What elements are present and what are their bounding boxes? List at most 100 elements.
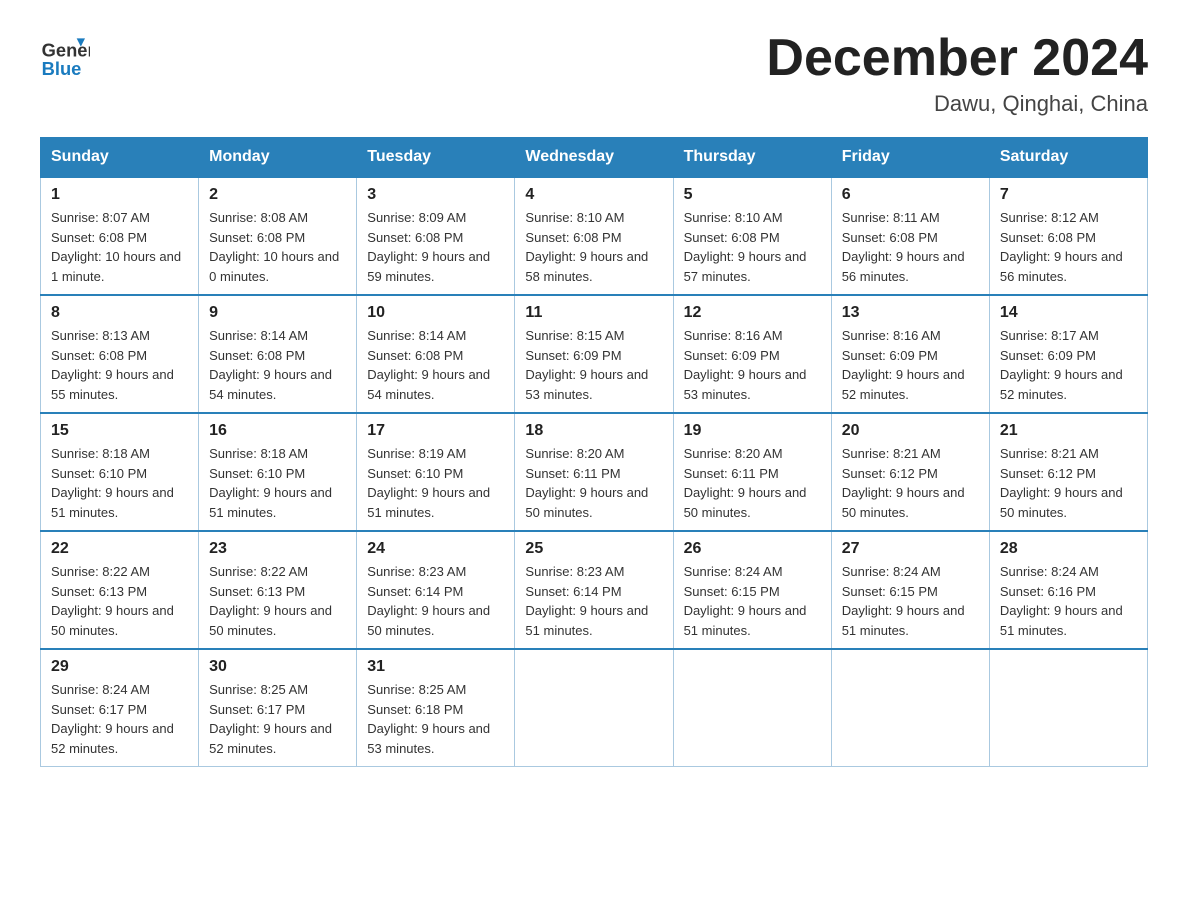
day-number: 26 [684, 540, 821, 558]
empty-cell [831, 649, 989, 767]
day-info: Sunrise: 8:11 AMSunset: 6:08 PMDaylight:… [842, 208, 979, 286]
calendar-day-cell: 25 Sunrise: 8:23 AMSunset: 6:14 PMDaylig… [515, 531, 673, 649]
calendar-day-cell: 9 Sunrise: 8:14 AMSunset: 6:08 PMDayligh… [199, 295, 357, 413]
calendar-day-cell: 21 Sunrise: 8:21 AMSunset: 6:12 PMDaylig… [989, 413, 1147, 531]
day-info: Sunrise: 8:18 AMSunset: 6:10 PMDaylight:… [51, 444, 188, 522]
svg-text:Blue: Blue [42, 58, 82, 79]
day-number: 14 [1000, 304, 1137, 322]
day-number: 1 [51, 186, 188, 204]
calendar-day-cell: 3 Sunrise: 8:09 AMSunset: 6:08 PMDayligh… [357, 177, 515, 295]
column-header-saturday: Saturday [989, 138, 1147, 178]
calendar-day-cell: 4 Sunrise: 8:10 AMSunset: 6:08 PMDayligh… [515, 177, 673, 295]
day-number: 30 [209, 658, 346, 676]
day-number: 23 [209, 540, 346, 558]
day-number: 27 [842, 540, 979, 558]
calendar-day-cell: 14 Sunrise: 8:17 AMSunset: 6:09 PMDaylig… [989, 295, 1147, 413]
day-info: Sunrise: 8:24 AMSunset: 6:15 PMDaylight:… [684, 562, 821, 640]
day-info: Sunrise: 8:10 AMSunset: 6:08 PMDaylight:… [525, 208, 662, 286]
calendar-day-cell: 1 Sunrise: 8:07 AMSunset: 6:08 PMDayligh… [41, 177, 199, 295]
day-number: 5 [684, 186, 821, 204]
day-number: 24 [367, 540, 504, 558]
calendar-day-cell: 31 Sunrise: 8:25 AMSunset: 6:18 PMDaylig… [357, 649, 515, 767]
day-info: Sunrise: 8:25 AMSunset: 6:17 PMDaylight:… [209, 680, 346, 758]
day-info: Sunrise: 8:14 AMSunset: 6:08 PMDaylight:… [209, 326, 346, 404]
day-info: Sunrise: 8:10 AMSunset: 6:08 PMDaylight:… [684, 208, 821, 286]
empty-cell [515, 649, 673, 767]
calendar-week-row: 22 Sunrise: 8:22 AMSunset: 6:13 PMDaylig… [41, 531, 1148, 649]
day-number: 2 [209, 186, 346, 204]
day-number: 9 [209, 304, 346, 322]
calendar-day-cell: 15 Sunrise: 8:18 AMSunset: 6:10 PMDaylig… [41, 413, 199, 531]
calendar-day-cell: 29 Sunrise: 8:24 AMSunset: 6:17 PMDaylig… [41, 649, 199, 767]
day-number: 12 [684, 304, 821, 322]
calendar-week-row: 15 Sunrise: 8:18 AMSunset: 6:10 PMDaylig… [41, 413, 1148, 531]
column-header-tuesday: Tuesday [357, 138, 515, 178]
logo-icon: General Blue [40, 30, 90, 80]
day-info: Sunrise: 8:25 AMSunset: 6:18 PMDaylight:… [367, 680, 504, 758]
day-info: Sunrise: 8:08 AMSunset: 6:08 PMDaylight:… [209, 208, 346, 286]
day-number: 17 [367, 422, 504, 440]
column-header-thursday: Thursday [673, 138, 831, 178]
calendar-day-cell: 11 Sunrise: 8:15 AMSunset: 6:09 PMDaylig… [515, 295, 673, 413]
calendar-header-row: SundayMondayTuesdayWednesdayThursdayFrid… [41, 138, 1148, 178]
calendar-day-cell: 8 Sunrise: 8:13 AMSunset: 6:08 PMDayligh… [41, 295, 199, 413]
calendar-day-cell: 26 Sunrise: 8:24 AMSunset: 6:15 PMDaylig… [673, 531, 831, 649]
day-info: Sunrise: 8:24 AMSunset: 6:16 PMDaylight:… [1000, 562, 1137, 640]
day-info: Sunrise: 8:07 AMSunset: 6:08 PMDaylight:… [51, 208, 188, 286]
title-block: December 2024 Dawu, Qinghai, China [766, 30, 1148, 117]
calendar-title: December 2024 [766, 30, 1148, 87]
column-header-monday: Monday [199, 138, 357, 178]
day-info: Sunrise: 8:24 AMSunset: 6:15 PMDaylight:… [842, 562, 979, 640]
day-info: Sunrise: 8:14 AMSunset: 6:08 PMDaylight:… [367, 326, 504, 404]
calendar-day-cell: 12 Sunrise: 8:16 AMSunset: 6:09 PMDaylig… [673, 295, 831, 413]
day-number: 19 [684, 422, 821, 440]
day-info: Sunrise: 8:16 AMSunset: 6:09 PMDaylight:… [842, 326, 979, 404]
calendar-day-cell: 24 Sunrise: 8:23 AMSunset: 6:14 PMDaylig… [357, 531, 515, 649]
column-header-friday: Friday [831, 138, 989, 178]
calendar-day-cell: 7 Sunrise: 8:12 AMSunset: 6:08 PMDayligh… [989, 177, 1147, 295]
day-number: 28 [1000, 540, 1137, 558]
day-info: Sunrise: 8:18 AMSunset: 6:10 PMDaylight:… [209, 444, 346, 522]
day-number: 25 [525, 540, 662, 558]
calendar-day-cell: 20 Sunrise: 8:21 AMSunset: 6:12 PMDaylig… [831, 413, 989, 531]
day-number: 4 [525, 186, 662, 204]
day-number: 11 [525, 304, 662, 322]
calendar-day-cell: 2 Sunrise: 8:08 AMSunset: 6:08 PMDayligh… [199, 177, 357, 295]
day-info: Sunrise: 8:21 AMSunset: 6:12 PMDaylight:… [842, 444, 979, 522]
day-number: 31 [367, 658, 504, 676]
page-header: General Blue December 2024 Dawu, Qinghai… [40, 30, 1148, 117]
day-info: Sunrise: 8:22 AMSunset: 6:13 PMDaylight:… [51, 562, 188, 640]
day-info: Sunrise: 8:19 AMSunset: 6:10 PMDaylight:… [367, 444, 504, 522]
column-header-sunday: Sunday [41, 138, 199, 178]
day-number: 10 [367, 304, 504, 322]
calendar-day-cell: 19 Sunrise: 8:20 AMSunset: 6:11 PMDaylig… [673, 413, 831, 531]
day-info: Sunrise: 8:16 AMSunset: 6:09 PMDaylight:… [684, 326, 821, 404]
day-number: 6 [842, 186, 979, 204]
calendar-day-cell: 10 Sunrise: 8:14 AMSunset: 6:08 PMDaylig… [357, 295, 515, 413]
calendar-day-cell: 22 Sunrise: 8:22 AMSunset: 6:13 PMDaylig… [41, 531, 199, 649]
day-info: Sunrise: 8:15 AMSunset: 6:09 PMDaylight:… [525, 326, 662, 404]
day-info: Sunrise: 8:23 AMSunset: 6:14 PMDaylight:… [525, 562, 662, 640]
calendar-day-cell: 28 Sunrise: 8:24 AMSunset: 6:16 PMDaylig… [989, 531, 1147, 649]
empty-cell [673, 649, 831, 767]
calendar-day-cell: 16 Sunrise: 8:18 AMSunset: 6:10 PMDaylig… [199, 413, 357, 531]
day-number: 13 [842, 304, 979, 322]
day-info: Sunrise: 8:17 AMSunset: 6:09 PMDaylight:… [1000, 326, 1137, 404]
day-number: 7 [1000, 186, 1137, 204]
day-number: 18 [525, 422, 662, 440]
calendar-day-cell: 17 Sunrise: 8:19 AMSunset: 6:10 PMDaylig… [357, 413, 515, 531]
day-info: Sunrise: 8:24 AMSunset: 6:17 PMDaylight:… [51, 680, 188, 758]
day-number: 29 [51, 658, 188, 676]
calendar-day-cell: 6 Sunrise: 8:11 AMSunset: 6:08 PMDayligh… [831, 177, 989, 295]
day-info: Sunrise: 8:20 AMSunset: 6:11 PMDaylight:… [684, 444, 821, 522]
day-number: 22 [51, 540, 188, 558]
logo: General Blue [40, 30, 94, 80]
day-info: Sunrise: 8:22 AMSunset: 6:13 PMDaylight:… [209, 562, 346, 640]
calendar-subtitle: Dawu, Qinghai, China [766, 91, 1148, 117]
calendar-day-cell: 30 Sunrise: 8:25 AMSunset: 6:17 PMDaylig… [199, 649, 357, 767]
day-number: 20 [842, 422, 979, 440]
empty-cell [989, 649, 1147, 767]
day-number: 16 [209, 422, 346, 440]
calendar-day-cell: 13 Sunrise: 8:16 AMSunset: 6:09 PMDaylig… [831, 295, 989, 413]
calendar-day-cell: 18 Sunrise: 8:20 AMSunset: 6:11 PMDaylig… [515, 413, 673, 531]
